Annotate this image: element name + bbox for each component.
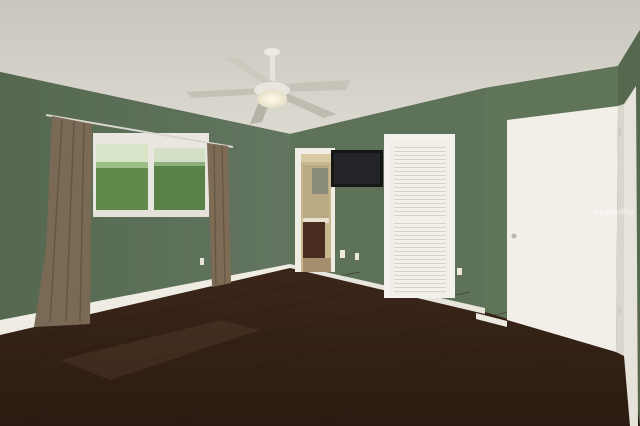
light-switch [340, 250, 345, 258]
room-photo: RealtorPro [0, 0, 640, 426]
bedroom-door [507, 104, 624, 356]
fan-light [257, 90, 287, 108]
outlet-right [457, 268, 462, 275]
watermark-text: RealtorPro [593, 208, 634, 217]
closet-door [384, 134, 455, 298]
door-casing [624, 86, 638, 426]
bathroom-doorway [295, 148, 335, 272]
tv-screen-glare [334, 153, 380, 184]
outlet-back-wall [355, 253, 359, 260]
wall-outlet-left [200, 258, 204, 265]
window [93, 133, 209, 217]
room-illustration [0, 0, 640, 426]
